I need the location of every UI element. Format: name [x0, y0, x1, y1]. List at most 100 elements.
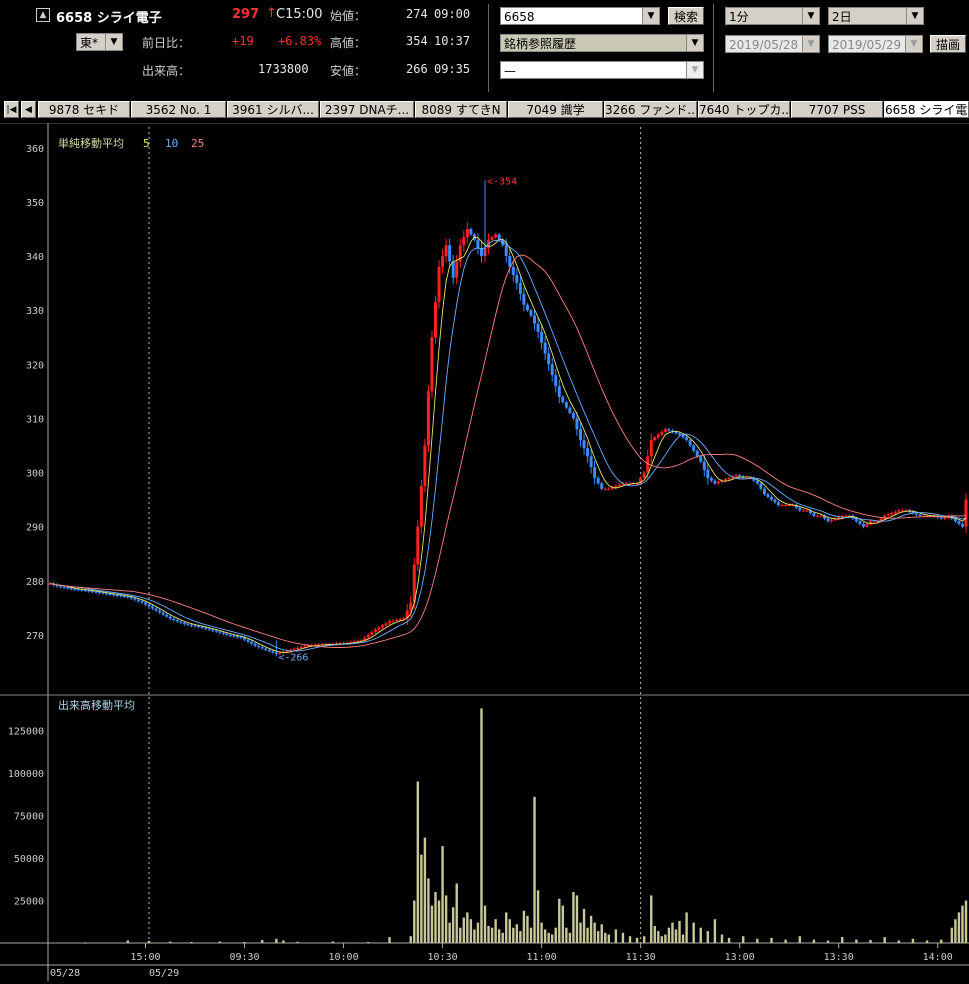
candle-body	[303, 645, 307, 647]
tab-3562[interactable]: 3562 No. 1	[131, 101, 226, 118]
candle-body	[540, 331, 544, 343]
open-time: 09:00	[434, 7, 471, 21]
candle-body	[380, 625, 384, 628]
candle-body	[218, 631, 222, 633]
volume-bar	[543, 929, 547, 943]
volume-bar	[667, 927, 671, 943]
volume-bar	[497, 929, 501, 943]
candle-body	[861, 523, 865, 527]
candle-body	[246, 639, 250, 642]
volume-bar	[473, 929, 476, 943]
to-date-select[interactable]: 2019/05/29 ▼	[828, 35, 923, 53]
tab-3961[interactable]: 3961 シルバ...	[227, 101, 319, 118]
candle-body	[59, 586, 63, 588]
tab-7049[interactable]: 7049 識学	[508, 101, 603, 118]
candle-body	[462, 237, 466, 246]
stock-tab-bar: |◀ ◀ 9878 セキド 3562 No. 1 3961 シルバ... 239…	[0, 99, 969, 121]
tab-2397[interactable]: 2397 DNAチ...	[320, 101, 414, 118]
stock-chart[interactable]: 単純移動平均 5 10 25 出来高移動平均 <-354 <-266 27028…	[0, 122, 969, 981]
candle-body	[207, 628, 211, 630]
candle-body	[115, 594, 119, 596]
high-label: 高値：	[330, 36, 367, 50]
tab-8089[interactable]: 8089 すてきN	[415, 101, 507, 118]
price-tick-label: 320	[26, 360, 44, 371]
ma10-label: 10	[165, 137, 178, 150]
volume-tick-label: 125000	[8, 727, 44, 738]
candle-body	[419, 486, 423, 527]
volume-bar	[547, 932, 550, 943]
candle-body	[579, 429, 583, 441]
volume-bar	[812, 939, 816, 943]
draw-button[interactable]: 描画	[930, 35, 966, 53]
candle-body	[759, 483, 763, 489]
tab-7707[interactable]: 7707 PSS	[791, 101, 883, 118]
interval-select[interactable]: 1分 ▼	[725, 7, 820, 25]
volume-value: 1733800	[258, 62, 309, 76]
candle-body	[133, 598, 137, 600]
chart-area[interactable]: 単純移動平均 5 10 25 出来高移動平均 <-354 <-266 270 28…	[0, 122, 969, 981]
interval-value: 1分	[729, 10, 749, 24]
volume-bar	[476, 922, 480, 943]
volume-bar	[551, 934, 554, 943]
candle-body	[395, 620, 399, 621]
volume-bar	[430, 905, 434, 943]
candle-body	[214, 630, 218, 632]
candle-body	[200, 626, 204, 628]
candle-body	[126, 596, 130, 598]
candle-body	[692, 445, 696, 451]
days-select[interactable]: 2日 ▼	[828, 7, 924, 25]
candle-body	[211, 629, 215, 631]
volume-bar	[826, 940, 830, 943]
price-tick-label: 360	[26, 144, 44, 155]
volume-bar	[628, 936, 632, 943]
candle-body	[80, 589, 84, 591]
candle-body	[819, 515, 823, 517]
sub-select[interactable]: — ▼	[500, 61, 704, 79]
volume-bar	[413, 900, 416, 943]
open-value: 274	[406, 7, 428, 21]
candle-body	[140, 601, 144, 603]
high-value: 354	[406, 34, 428, 48]
tab-prev-button[interactable]: ◀	[21, 101, 36, 118]
history-value: 銘柄参照履歴	[504, 37, 577, 51]
volume-tick-label: 25000	[14, 897, 44, 908]
x-tick-label: 14:00	[923, 952, 953, 963]
candle-body	[787, 505, 791, 506]
volume-bar	[448, 922, 451, 943]
candle-body	[260, 647, 264, 649]
from-date-select[interactable]: 2019/05/28 ▼	[725, 35, 820, 53]
volume-bar	[600, 924, 603, 943]
code-input[interactable]: 6658 ▼	[500, 7, 660, 25]
candle-body	[433, 302, 437, 338]
chevron-down-icon: ▼	[802, 36, 819, 52]
tab-3266[interactable]: 3266 ファンド...	[604, 101, 697, 118]
volume-tick-label: 75000	[14, 812, 44, 823]
candle-body	[554, 375, 558, 386]
market-select[interactable]: 東* ▼	[76, 33, 123, 51]
volume-bar	[671, 922, 674, 943]
candle-body	[769, 496, 773, 500]
volume-bar	[441, 846, 444, 943]
candle-body	[73, 588, 77, 590]
search-button[interactable]: 検索	[668, 7, 704, 25]
tab-6658[interactable]: 6658 シライ電子	[884, 101, 969, 118]
alert-icon[interactable]: ▲	[36, 8, 50, 22]
tab-first-button[interactable]: |◀	[4, 101, 19, 118]
candle-body	[409, 602, 413, 611]
date-label: 05/29	[149, 968, 179, 979]
candle-body	[253, 643, 257, 646]
candle-body	[451, 261, 455, 278]
volume-bar	[427, 878, 430, 943]
candle-body	[228, 634, 232, 636]
candle-body	[168, 616, 172, 619]
candle-body	[136, 599, 140, 602]
stock-code-name: 6658 シライ電子	[56, 11, 162, 26]
tab-7640[interactable]: 7640 トップカ...	[698, 101, 790, 118]
tab-9878[interactable]: 9878 セキド	[38, 101, 130, 118]
candle-body	[122, 595, 126, 597]
volume-bar	[642, 936, 646, 943]
candle-body	[147, 604, 151, 607]
candle-body	[278, 652, 282, 654]
volume-bar	[565, 927, 568, 943]
history-select[interactable]: 銘柄参照履歴 ▼	[500, 34, 704, 52]
